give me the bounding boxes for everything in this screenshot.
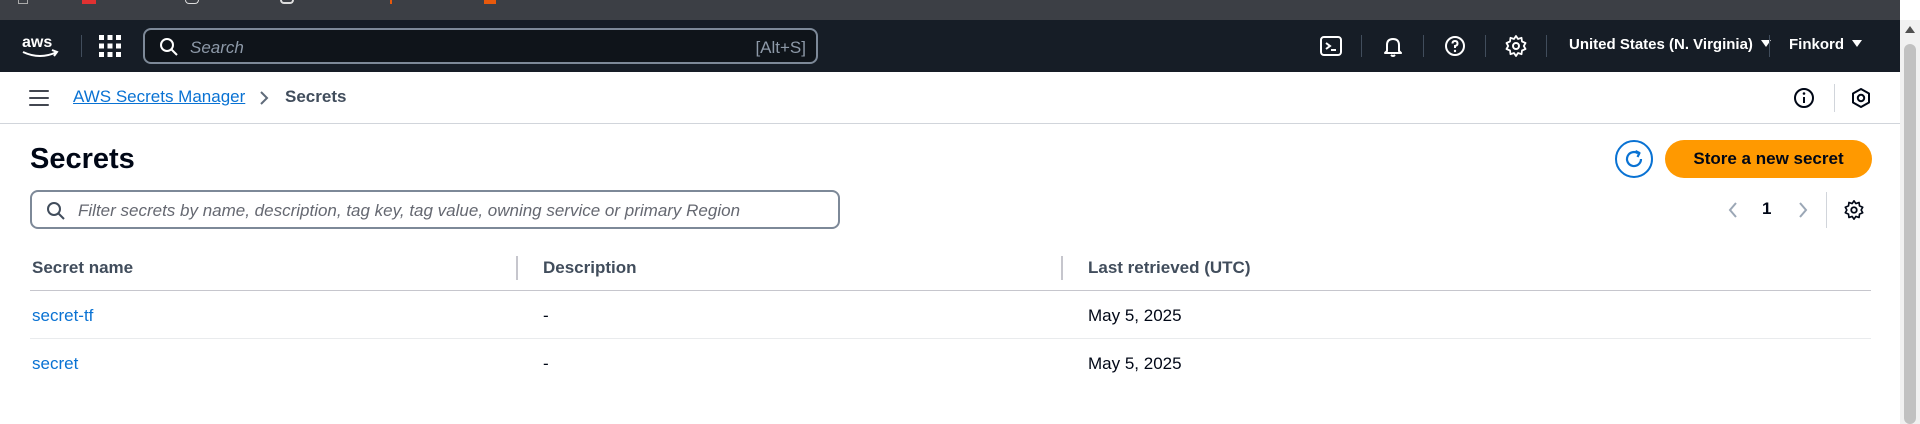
gear-icon[interactable] (1504, 34, 1528, 58)
nav-divider (1423, 35, 1424, 57)
nav-divider (1546, 35, 1547, 57)
search-icon (47, 202, 65, 220)
aws-logo[interactable]: aws (20, 30, 60, 62)
store-new-secret-button[interactable]: Store a new secret (1665, 140, 1872, 178)
refresh-icon (1625, 150, 1643, 168)
browser-tab-icon (185, 0, 199, 4)
secrets-table: Secret name Description Last retrieved (… (30, 250, 1871, 387)
secret-name-link[interactable]: secret (32, 354, 78, 374)
breadcrumb-link-service[interactable]: AWS Secrets Manager (73, 87, 245, 107)
column-resizer[interactable] (516, 256, 518, 280)
table-row: secret - May 5, 2025 (30, 339, 1871, 387)
filter-secrets-input[interactable]: Filter secrets by name, description, tag… (30, 190, 840, 229)
table-header: Secret name Description Last retrieved (… (30, 250, 1871, 291)
nav-divider (1361, 35, 1362, 57)
menu-icon[interactable] (29, 90, 49, 106)
cloudshell-icon[interactable] (1319, 34, 1343, 58)
global-search-input[interactable]: Search [Alt+S] (143, 28, 818, 64)
caret-down-icon (1852, 40, 1862, 47)
account-menu[interactable]: Finkord (1789, 36, 1862, 53)
column-header-last-retrieved[interactable]: Last retrieved (UTC) (1088, 258, 1250, 278)
browser-tab-strip (0, 0, 1900, 20)
apps-grid-icon[interactable] (98, 34, 122, 58)
secret-last-retrieved: May 5, 2025 (1088, 354, 1182, 373)
column-header-secret-name[interactable]: Secret name (32, 258, 133, 278)
search-placeholder: Search (190, 38, 244, 57)
region-selector[interactable]: United States (N. Virginia) (1569, 36, 1771, 53)
secret-description: - (543, 354, 549, 373)
page-number[interactable]: 1 (1762, 199, 1771, 219)
divider (1834, 84, 1835, 112)
chevron-right-icon (260, 91, 269, 105)
bell-icon[interactable] (1381, 34, 1405, 58)
browser-tab-icon (484, 0, 496, 4)
region-label: United States (N. Virginia) (1569, 36, 1753, 53)
search-icon (160, 38, 178, 56)
secret-name-link[interactable]: secret-tf (32, 306, 93, 326)
scrollbar-thumb[interactable] (1904, 44, 1916, 424)
secret-description: - (543, 306, 549, 325)
info-icon[interactable] (1793, 87, 1815, 109)
browser-tab-icon (18, 0, 28, 4)
svg-text:aws: aws (22, 34, 52, 51)
help-icon[interactable] (1443, 34, 1467, 58)
scroll-up-arrow-icon[interactable] (1905, 26, 1915, 33)
account-name: Finkord (1789, 36, 1844, 53)
nav-divider (81, 35, 82, 57)
browser-tab-icon (82, 0, 96, 4)
column-resizer[interactable] (1061, 256, 1063, 280)
column-header-description[interactable]: Description (543, 258, 637, 278)
page-scrollbar[interactable] (1900, 20, 1920, 424)
nav-divider (1769, 35, 1770, 57)
breadcrumb-bar: AWS Secrets Manager Secrets (0, 72, 1900, 124)
refresh-button[interactable] (1615, 140, 1653, 178)
chevron-right-icon[interactable] (1796, 200, 1810, 220)
help-panel-icon[interactable] (1850, 87, 1872, 109)
divider (1826, 192, 1827, 228)
filter-placeholder: Filter secrets by name, description, tag… (78, 201, 741, 220)
page-title: Secrets (30, 143, 135, 175)
search-shortcut-hint: [Alt+S] (755, 38, 806, 57)
table-row: secret-tf - May 5, 2025 (30, 291, 1871, 339)
secret-last-retrieved: May 5, 2025 (1088, 306, 1182, 325)
settings-gear-icon[interactable] (1843, 199, 1865, 221)
breadcrumb-current: Secrets (285, 87, 347, 106)
browser-tab-icon (390, 0, 392, 4)
browser-tab-icon (280, 0, 294, 4)
nav-divider (1485, 35, 1486, 57)
top-navigation: aws Search [Alt+S] United States (N. Vir… (0, 20, 1900, 72)
chevron-left-icon[interactable] (1726, 200, 1740, 220)
